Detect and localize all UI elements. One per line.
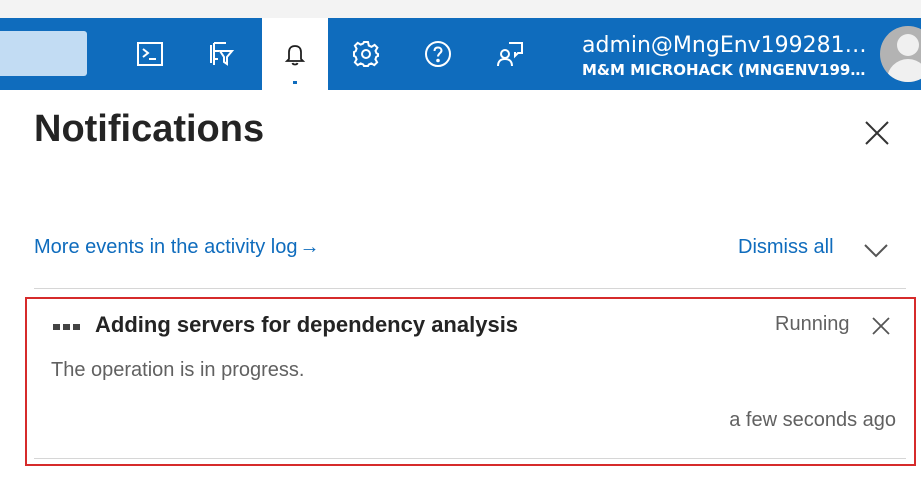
chevron-down-icon[interactable] <box>862 238 890 262</box>
cloud-shell-icon <box>137 42 163 66</box>
portal-header: admin@MngEnv199281… M&M MICROHACK (MNGEN… <box>0 18 921 90</box>
notification-description: The operation is in progress. <box>51 359 305 381</box>
help-button[interactable] <box>405 18 471 90</box>
close-icon[interactable] <box>862 118 892 148</box>
directory-filter-icon <box>210 42 235 66</box>
avatar-body <box>887 59 921 82</box>
notification-title: Adding servers for dependency analysis <box>95 312 519 337</box>
bell-icon <box>284 45 306 66</box>
cloud-shell-button[interactable] <box>117 18 183 90</box>
feedback-button[interactable] <box>477 18 543 90</box>
gear-icon <box>353 41 379 67</box>
help-icon <box>425 41 451 67</box>
directory-filter-button[interactable] <box>188 18 254 90</box>
divider <box>34 288 906 289</box>
progress-dots-icon <box>53 324 80 330</box>
activity-log-link-label: More events in the activity log <box>34 236 298 258</box>
notification-time: a few seconds ago <box>729 409 896 431</box>
arrow-right-icon: → <box>299 236 320 258</box>
browser-top-strip <box>0 0 921 18</box>
settings-button[interactable] <box>333 18 399 90</box>
notification-card[interactable]: Adding servers for dependency analysis R… <box>25 297 916 466</box>
divider <box>34 458 906 459</box>
search-box[interactable] <box>0 31 87 76</box>
panel-title: Notifications <box>34 108 265 150</box>
activity-log-link[interactable]: More events in the activity log → <box>34 236 319 259</box>
user-name: admin@MngEnv199281… <box>582 33 867 58</box>
avatar-head <box>897 34 919 56</box>
close-icon[interactable] <box>870 315 892 337</box>
feedback-icon <box>497 42 523 67</box>
dismiss-all-button[interactable]: Dismiss all <box>738 236 834 259</box>
avatar[interactable] <box>880 26 921 82</box>
user-tenant: M&M MICROHACK (MNGENV199… <box>582 61 866 79</box>
notifications-button[interactable] <box>262 18 328 90</box>
account-info[interactable]: admin@MngEnv199281… M&M MICROHACK (MNGEN… <box>582 32 874 80</box>
notification-status: Running <box>775 313 850 335</box>
